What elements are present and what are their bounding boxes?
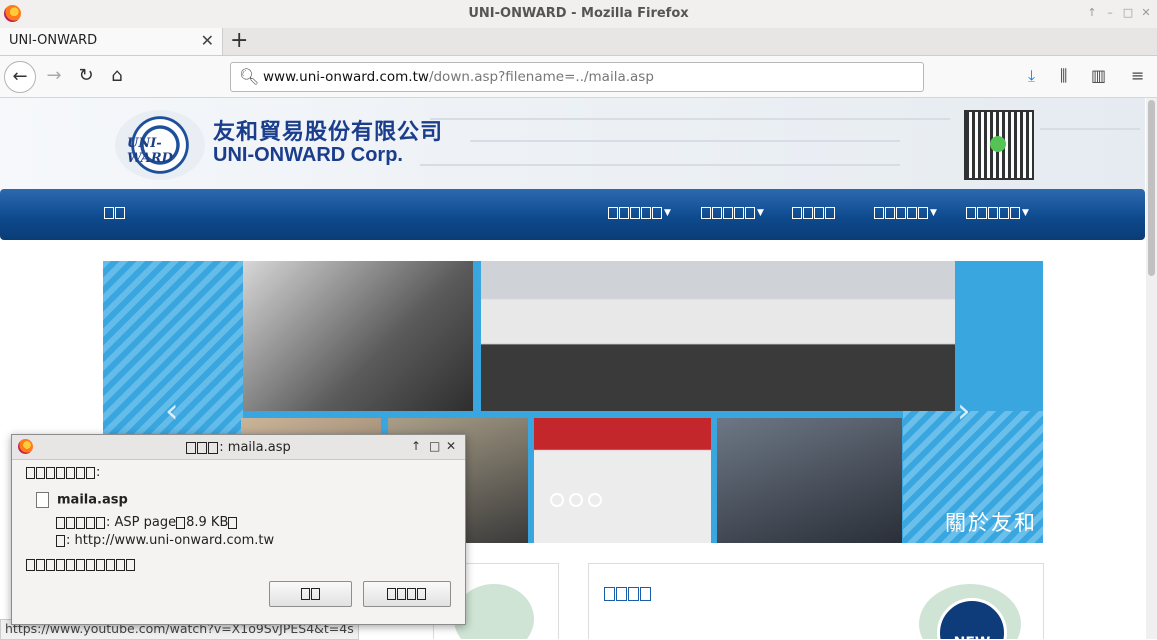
carousel-dot[interactable] — [588, 493, 602, 507]
download-dialog: : maila.asp ↑ □ ✕ : maila.asp : ASP page… — [11, 434, 466, 625]
photo-meeting — [717, 418, 902, 543]
nav-item-4[interactable]: ▼ — [874, 205, 937, 220]
navigation-toolbar: ← → ↻ ⌂ 🔍︎ www.uni-onward.com.tw/down.as… — [0, 56, 1157, 98]
banner-caption: 關於友和 — [945, 511, 1037, 535]
confirm-button[interactable] — [269, 581, 352, 607]
nav-item-5[interactable]: ▼ — [966, 205, 1029, 220]
minimize-icon[interactable]: – — [1102, 5, 1118, 21]
file-type-row: : ASP page 8.9 KB — [56, 515, 238, 530]
url-bar[interactable]: 🔍︎ www.uni-onward.com.tw/down.asp?filena… — [230, 62, 924, 92]
tab-uni-onward[interactable]: UNI-ONWARD ✕ — [0, 28, 223, 55]
tab-label: UNI-ONWARD — [9, 33, 98, 48]
site-logo[interactable]: UNI-WARD — [115, 110, 205, 180]
company-name-cn: 友和貿易股份有限公司 — [213, 120, 444, 145]
company-name-en: UNI-ONWARD Corp. — [213, 144, 403, 166]
sidebar-icon[interactable]: ▥ — [1091, 66, 1106, 85]
new-badge: NEW — [919, 584, 1021, 639]
dialog-maximize-icon[interactable]: □ — [429, 439, 440, 453]
downloads-icon[interactable]: ⤓ — [1028, 66, 1035, 86]
caret-down-icon: ▼ — [930, 207, 937, 218]
card-title — [604, 584, 652, 602]
new-tab-icon[interactable]: + — [230, 29, 248, 53]
file-icon — [36, 492, 49, 508]
main-nav: ▼ ▼ ▼ ▼ — [0, 189, 1145, 240]
close-window-icon[interactable]: ✕ — [1138, 5, 1154, 21]
dialog-up-icon[interactable]: ↑ — [411, 439, 421, 453]
photo-office — [243, 261, 473, 411]
tab-close-icon[interactable]: ✕ — [201, 31, 214, 50]
search-icon: 🔍︎ — [239, 67, 260, 86]
qr-code — [964, 110, 1034, 180]
news-icon — [454, 584, 534, 639]
tab-bar: UNI-ONWARD ✕ + — [0, 28, 1157, 56]
forward-icon[interactable]: → — [40, 62, 68, 90]
caret-down-icon: ▼ — [757, 207, 764, 218]
window-titlebar: UNI-ONWARD - Mozilla Firefox ↑ – □ ✕ — [0, 0, 1157, 29]
carousel-dots — [550, 493, 607, 511]
home-icon[interactable]: ⌂ — [103, 62, 131, 90]
nav-item-3[interactable] — [792, 205, 836, 220]
menu-icon[interactable]: ≡ — [1131, 66, 1144, 85]
dialog-titlebar: : maila.asp ↑ □ ✕ — [12, 435, 465, 460]
caret-down-icon: ▼ — [664, 207, 671, 218]
line-icon — [990, 136, 1006, 152]
back-icon[interactable]: ← — [4, 61, 36, 93]
nav-item-2[interactable]: ▼ — [701, 205, 764, 220]
new-products-card[interactable]: NEW — [588, 563, 1044, 639]
maximize-icon[interactable]: □ — [1120, 5, 1136, 21]
scrollbar-thumb[interactable] — [1148, 100, 1155, 276]
caret-down-icon: ▼ — [1022, 207, 1029, 218]
cancel-button[interactable] — [363, 581, 451, 607]
nav-home[interactable] — [104, 205, 126, 220]
window-title: UNI-ONWARD - Mozilla Firefox — [468, 6, 689, 21]
carousel-dot[interactable] — [550, 493, 564, 507]
file-name-row: maila.asp — [36, 492, 128, 508]
dialog-title: : maila.asp — [12, 440, 465, 455]
dialog-prompt: : — [26, 465, 100, 480]
file-source-row: : http://www.uni-onward.com.tw — [56, 533, 274, 548]
library-icon[interactable]: ⫼ — [1060, 66, 1067, 86]
dialog-question — [26, 557, 136, 572]
nav-item-1[interactable]: ▼ — [608, 205, 671, 220]
page-scrollbar[interactable] — [1146, 98, 1157, 639]
url-text[interactable]: www.uni-onward.com.tw/down.asp?filename=… — [263, 69, 654, 85]
minimize-up-icon[interactable]: ↑ — [1084, 5, 1100, 21]
photo-bottles — [534, 418, 711, 543]
dialog-close-icon[interactable]: ✕ — [446, 439, 456, 453]
photo-team — [481, 261, 955, 411]
carousel-prev-icon[interactable]: ‹ — [165, 391, 179, 431]
carousel-dot[interactable] — [569, 493, 583, 507]
carousel-next-icon[interactable]: › — [957, 391, 971, 431]
reload-icon[interactable]: ↻ — [72, 62, 100, 90]
